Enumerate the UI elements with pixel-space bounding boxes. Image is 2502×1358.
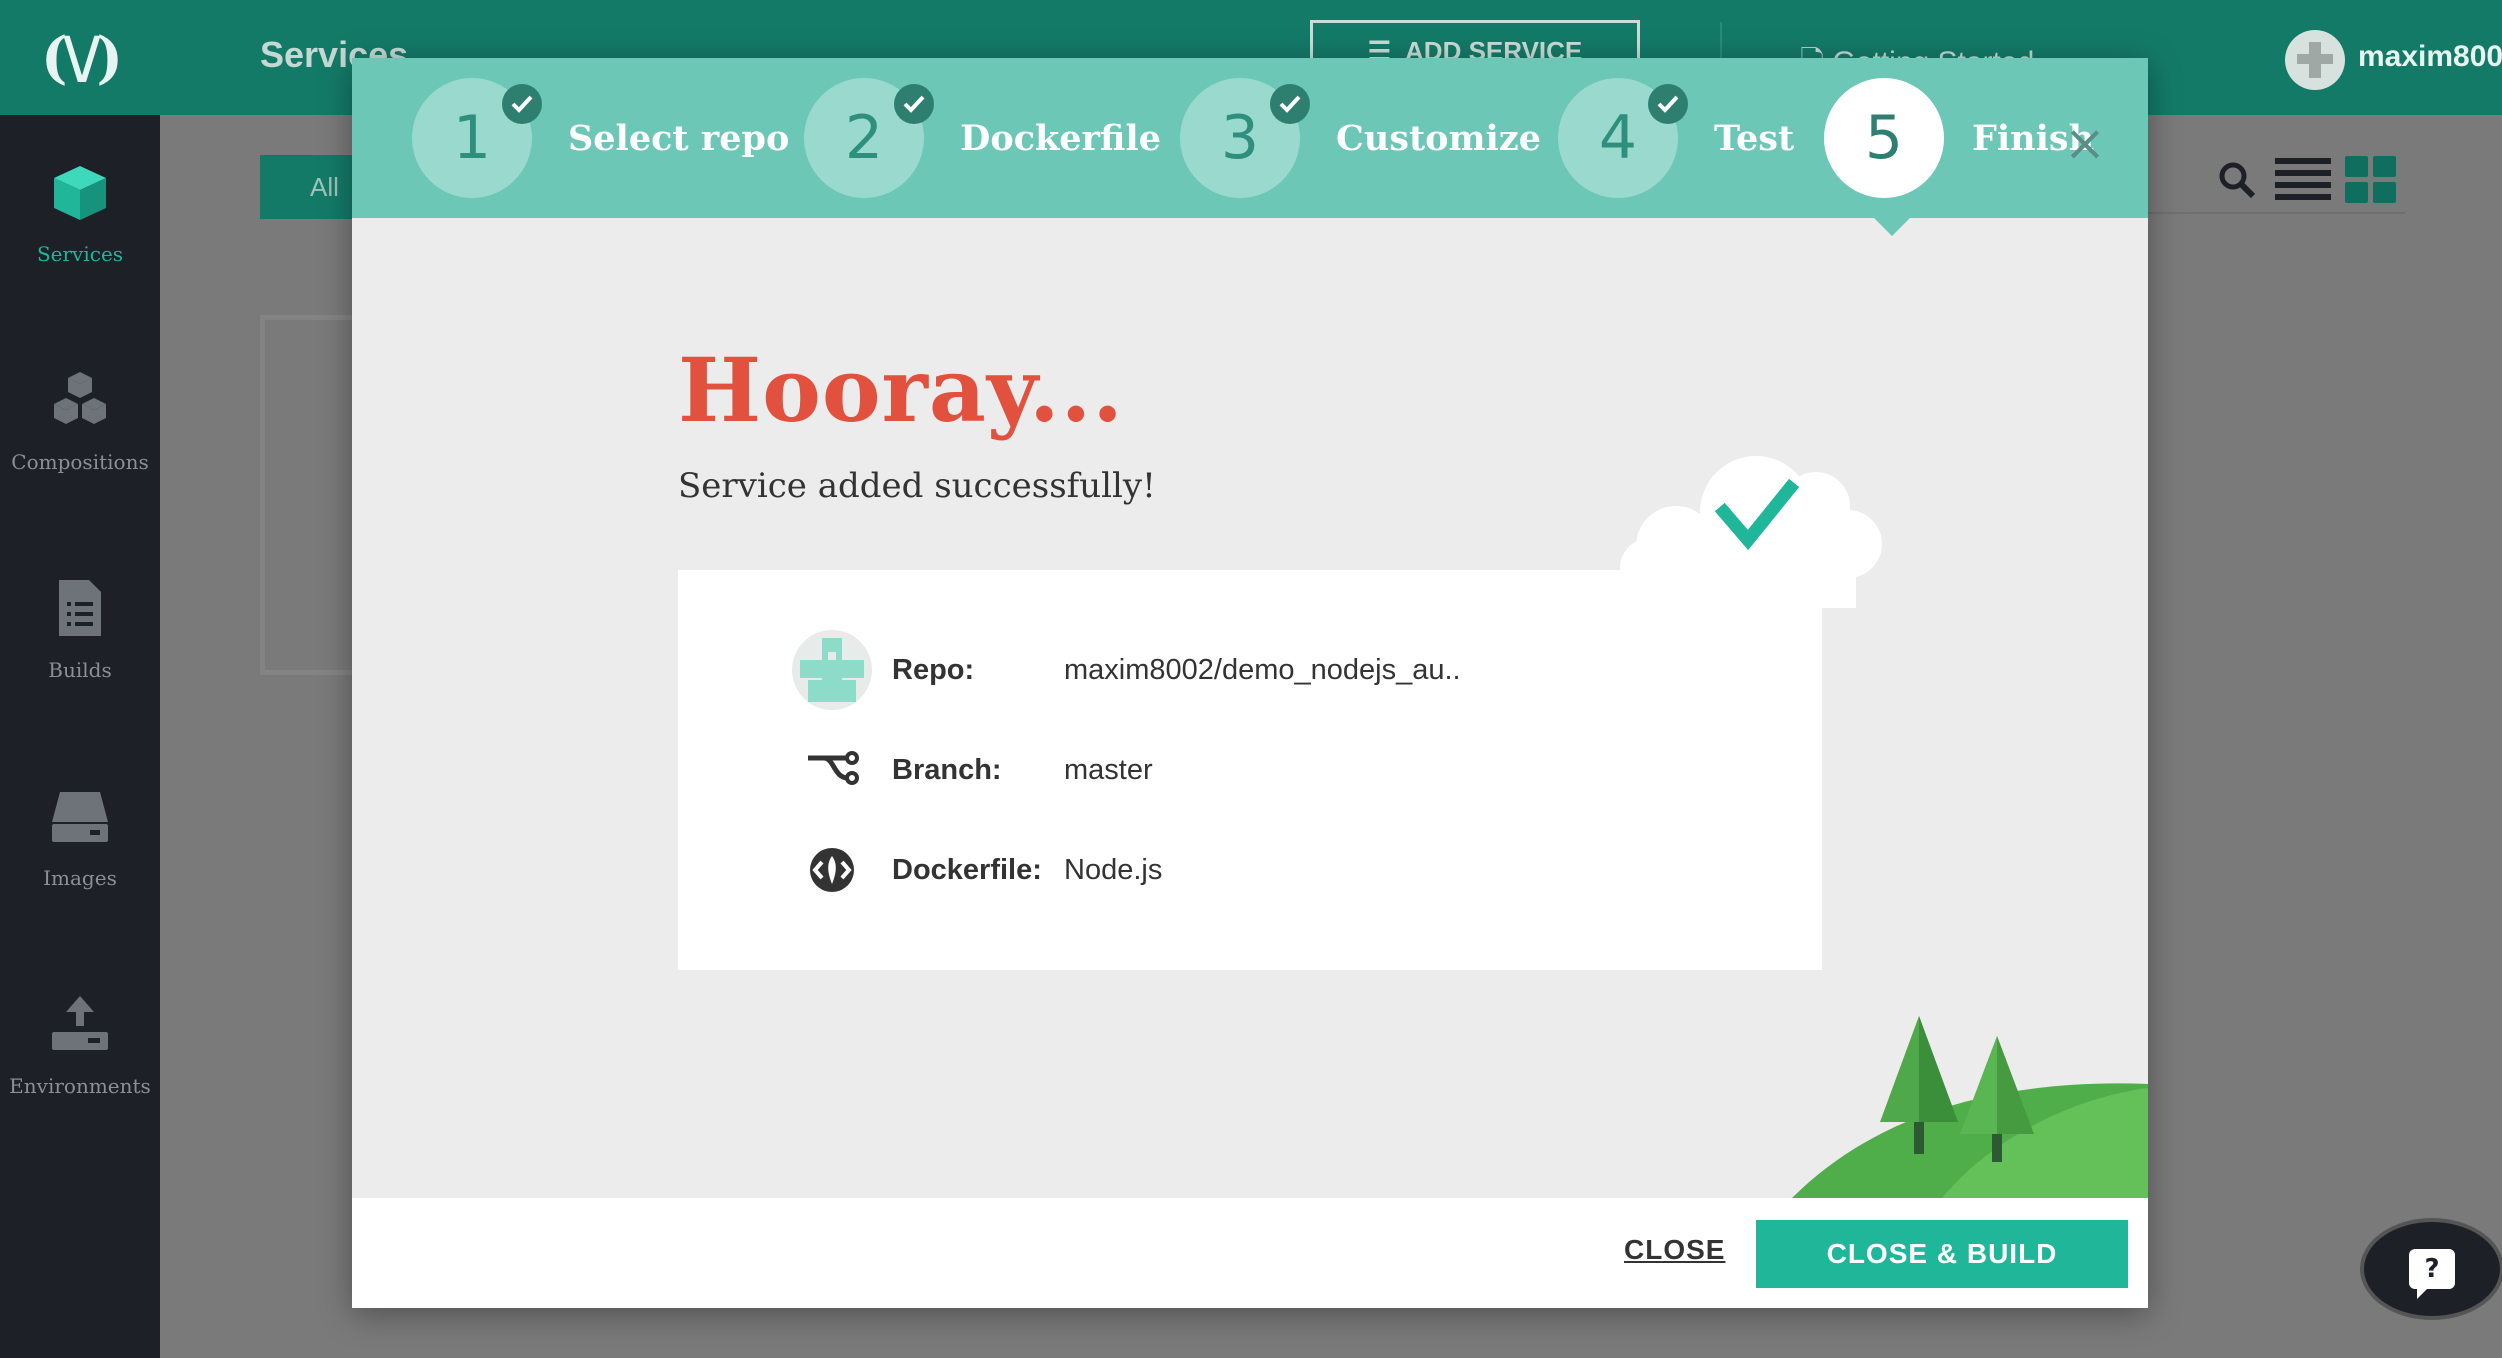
add-service-wizard-modal: 1 Select repo 2 Dockerfile 3 Customize 4 [352,58,2148,1308]
step-number-text: 4 [1598,103,1638,173]
sidebar-item-label: Compositions [11,450,149,474]
user-menu[interactable]: maxim8002 [2358,40,2502,74]
step-pointer [1872,216,1912,236]
step-finish[interactable]: 5 Finish [1824,78,2094,198]
step-number: 2 [804,78,934,198]
step-number-text: 2 [844,103,884,173]
check-icon [894,84,934,124]
sidebar-item-label: Builds [48,658,112,682]
branch-value: master [1064,753,1153,786]
step-label: Customize [1336,117,1541,159]
close-icon[interactable]: × [2060,118,2110,168]
list-view-icon[interactable] [2275,158,2331,206]
check-icon [502,84,542,124]
logo-mark: (\/) [41,24,123,91]
repo-row: Repo: maxim8002/demo_nodejs_au.. [792,630,1461,710]
close-button[interactable]: CLOSE [1624,1234,1725,1266]
branch-label: Branch: [892,753,1002,786]
success-message: Service added successfully! [678,466,1156,506]
dockerfile-value: Node.js [1064,853,1163,886]
dockerfile-row: Dockerfile: Node.js [792,830,1162,910]
document-list-icon [48,576,112,640]
check-icon [1648,84,1688,124]
repo-value: maxim8002/demo_nodejs_au.. [1064,653,1461,686]
wizard-stepper: 1 Select repo 2 Dockerfile 3 Customize 4 [352,58,2148,218]
sidebar-item-compositions[interactable]: Compositions [0,328,160,528]
sidebar-item-images[interactable]: Images [0,744,160,944]
branch-icon [792,730,872,810]
step-number: 1 [412,78,542,198]
sidebar-item-label: Services [36,242,124,266]
sidebar: (\/) Services Compositions Builds Images… [0,0,160,1358]
trees-illustration [1792,938,2148,1202]
code-icon [792,830,872,910]
app-logo[interactable]: (\/) [0,0,160,115]
sidebar-item-builds[interactable]: Builds [0,536,160,736]
step-select-repo[interactable]: 1 Select repo [412,78,789,198]
step-number: 3 [1180,78,1310,198]
step-test[interactable]: 4 Test [1558,78,1794,198]
step-dockerfile[interactable]: 2 Dockerfile [804,78,1161,198]
upload-icon [48,992,112,1056]
help-button[interactable]: ? [2360,1218,2502,1320]
step-label: Dockerfile [960,117,1161,159]
step-number-text: 3 [1220,103,1260,173]
step-customize[interactable]: 3 Customize [1180,78,1541,198]
drive-icon [48,784,112,848]
sidebar-item-label: Images [43,866,117,890]
modal-footer: CLOSE CLOSE & BUILD [352,1198,2148,1308]
grid-view-icon[interactable] [2345,156,2397,208]
close-and-build-button[interactable]: CLOSE & BUILD [1756,1220,2128,1288]
repo-label: Repo: [892,653,975,686]
sidebar-item-label: Environments [9,1074,151,1098]
sidebar-item-services[interactable]: Services [0,120,160,320]
step-label: Test [1714,117,1795,159]
success-heading: Hooray... [678,338,1124,442]
dockerfile-label: Dockerfile: [892,853,1042,886]
avatar[interactable] [2285,30,2345,90]
step-number: 5 [1824,78,1944,198]
step-label: Select repo [568,117,790,159]
help-chat-icon: ? [2409,1249,2455,1299]
step-number-text: 1 [452,103,492,173]
step-number: 4 [1558,78,1688,198]
cube-icon [48,160,112,224]
service-details-card: Repo: maxim8002/demo_nodejs_au.. Branch:… [678,570,1822,970]
repo-avatar-icon [792,630,872,710]
view-tools [2145,150,2405,214]
search-icon[interactable] [2217,160,2257,204]
branch-row: Branch: master [792,730,1153,810]
step-number-text: 5 [1864,103,1904,173]
sidebar-item-environments[interactable]: Environments [0,952,160,1152]
cubes-icon [48,368,112,432]
check-icon [1270,84,1310,124]
